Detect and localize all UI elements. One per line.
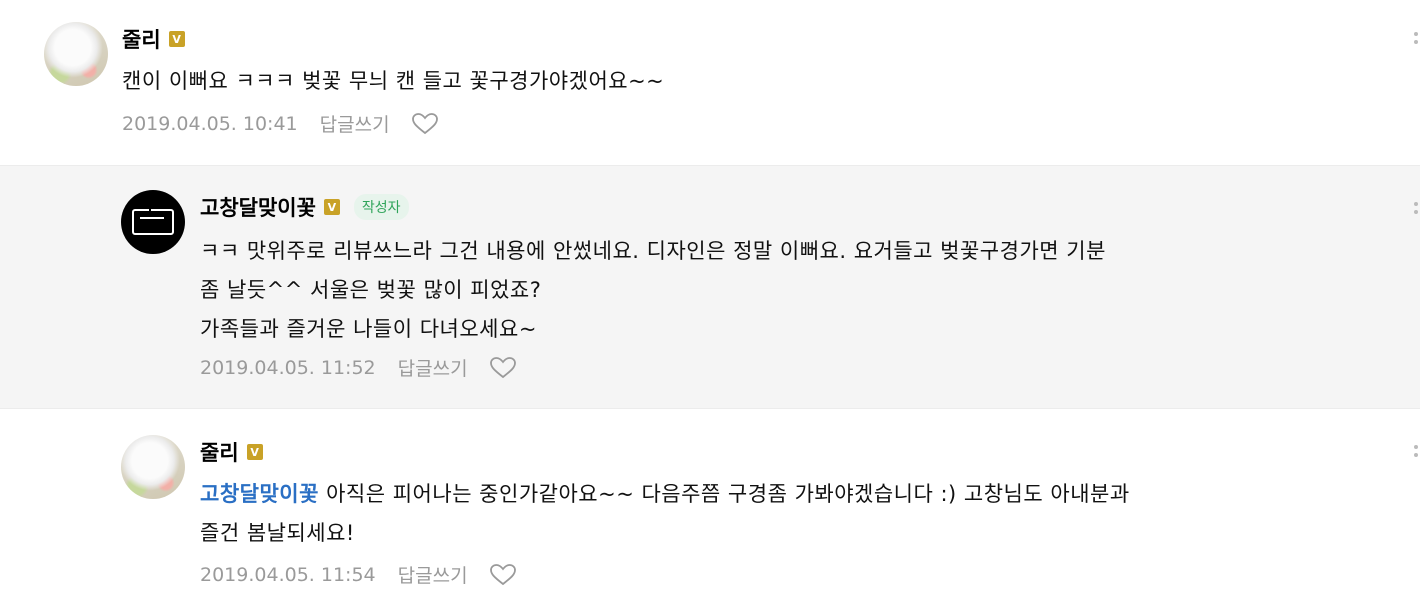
comment-meta: 2019.04.05. 10:41 답글쓰기 — [122, 110, 438, 137]
comment-header: 줄리 V — [122, 24, 185, 54]
comment-meta: 2019.04.05. 11:54 답글쓰기 — [200, 561, 516, 588]
heart-icon[interactable] — [411, 112, 438, 135]
author-name[interactable]: 줄리 — [200, 437, 239, 467]
comment-line: 즐건 봄날되세요! — [200, 521, 355, 545]
comment-line: ㅋㅋ 맛위주로 리뷰쓰느라 그건 내용에 안썼네요. 디자인은 정말 이뻐요. … — [200, 239, 1106, 263]
author-name[interactable]: 고창달맞이꽃 — [200, 192, 316, 222]
more-options-icon[interactable] — [1414, 445, 1420, 461]
verified-badge-icon: V — [168, 31, 185, 47]
more-options-icon[interactable] — [1414, 202, 1420, 218]
gd-logo-icon — [132, 209, 174, 235]
comment-line: 고창달맞이꽃 아직은 피어나는 중인가같아요~~ 다음주쯤 구경좀 가봐야겠습니… — [200, 475, 1130, 514]
mention-link[interactable]: 고창달맞이꽃 — [200, 482, 319, 506]
comment-meta: 2019.04.05. 11:52 답글쓰기 — [200, 354, 516, 381]
heart-icon[interactable] — [489, 356, 516, 379]
author-tag: 작성자 — [353, 194, 409, 220]
verified-badge-icon: V — [246, 444, 263, 460]
reply-button[interactable]: 답글쓰기 — [398, 561, 468, 588]
avatar[interactable] — [121, 435, 185, 499]
reply-button[interactable]: 답글쓰기 — [398, 354, 468, 381]
heart-icon[interactable] — [489, 563, 516, 586]
comment-item: 줄리 V 캔이 이뻐요 ㅋㅋㅋ 벚꽃 무늬 캔 들고 꽃구경가야겠어요~~ 20… — [0, 0, 1420, 163]
comment-text: 캔이 이뻐요 ㅋㅋㅋ 벚꽃 무늬 캔 들고 꽃구경가야겠어요~~ — [122, 69, 665, 93]
comment-text: 고창달맞이꽃 아직은 피어나는 중인가같아요~~ 다음주쯤 구경좀 가봐야겠습니… — [200, 475, 1130, 553]
avatar[interactable] — [44, 22, 108, 86]
reply-item: 줄리 V 고창달맞이꽃 아직은 피어나는 중인가같아요~~ 다음주쯤 구경좀 가… — [0, 408, 1420, 606]
comment-line: 좀 날듯^^ 서울은 벚꽃 많이 피었죠? — [200, 278, 542, 302]
timestamp: 2019.04.05. 10:41 — [122, 112, 298, 135]
comment-header: 고창달맞이꽃 V 작성자 — [200, 192, 409, 222]
reply-button[interactable]: 답글쓰기 — [320, 110, 390, 137]
reply-item: 고창달맞이꽃 V 작성자 ㅋㅋ 맛위주로 리뷰쓰느라 그건 내용에 안썼네요. … — [0, 165, 1420, 409]
avatar[interactable] — [121, 190, 185, 254]
comment-line: 가족들과 즐거운 나들이 다녀오세요~ — [200, 317, 537, 341]
comment-line-text: 아직은 피어나는 중인가같아요~~ 다음주쯤 구경좀 가봐야겠습니다 :) 고창… — [318, 482, 1130, 506]
author-name[interactable]: 줄리 — [122, 24, 161, 54]
timestamp: 2019.04.05. 11:54 — [200, 563, 376, 586]
verified-badge-icon: V — [323, 199, 340, 215]
timestamp: 2019.04.05. 11:52 — [200, 356, 376, 379]
more-options-icon[interactable] — [1414, 32, 1420, 48]
comment-header: 줄리 V — [200, 437, 263, 467]
comment-text: ㅋㅋ 맛위주로 리뷰쓰느라 그건 내용에 안썼네요. 디자인은 정말 이뻐요. … — [200, 232, 1106, 349]
